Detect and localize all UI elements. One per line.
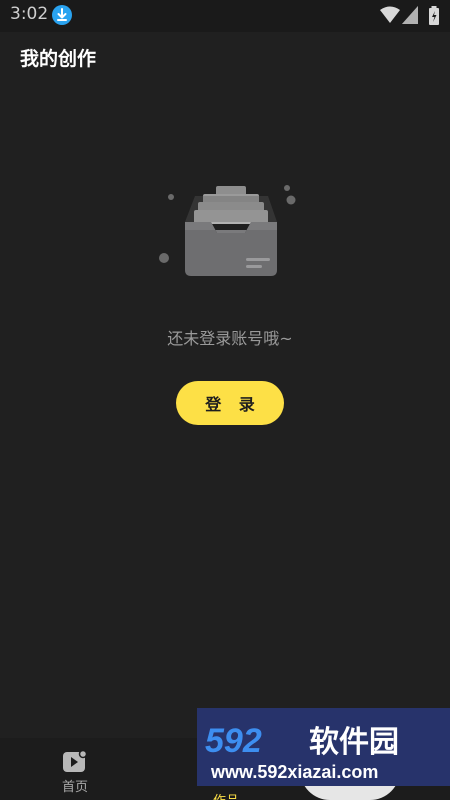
tab-works-label: 作品: [196, 790, 256, 800]
svg-text:592: 592: [205, 722, 262, 760]
video-home-icon: [62, 749, 88, 778]
battery-icon: [428, 6, 440, 30]
tab-home[interactable]: 首页: [45, 748, 105, 798]
status-bar: 3:02: [0, 0, 450, 32]
empty-inbox-icon: [155, 178, 300, 280]
status-time: 3:02: [10, 4, 49, 24]
page-title: 我的创作: [20, 48, 97, 70]
screen: 3:02 我的创作 还未登录账号哦~ 登 录 首页 592 软件园 www.59…: [0, 0, 450, 800]
tab-home-label: 首页: [61, 780, 88, 795]
signal-icon: [402, 6, 418, 28]
download-icon: [52, 5, 72, 25]
login-button[interactable]: 登 录: [176, 381, 284, 425]
svg-text:软件园: 软件园: [309, 725, 399, 760]
svg-text:www.592xiazai.com: www.592xiazai.com: [210, 762, 378, 782]
watermark-logo: 592 软件园 www.592xiazai.com: [197, 708, 450, 786]
wifi-icon: [380, 6, 400, 28]
empty-state-message: 还未登录账号哦~: [167, 329, 293, 348]
